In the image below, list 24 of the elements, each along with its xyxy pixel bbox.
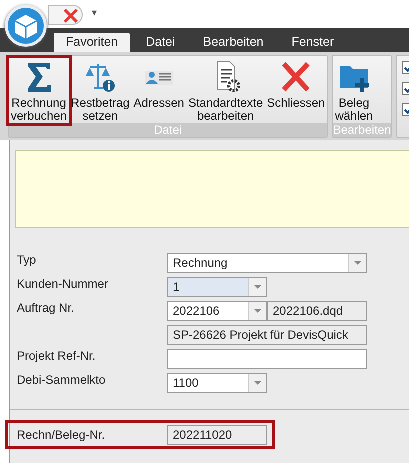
ribbon-button[interactable]: Schliessen <box>265 58 328 123</box>
ribbon-tab[interactable]: Datei <box>134 32 188 52</box>
dropdown-field[interactable]: 2022106 <box>167 301 267 321</box>
ribbon-button[interactable]: Standardtexte bearbeiten <box>186 58 266 123</box>
field-label: Auftrag Nr. <box>17 301 76 315</box>
dropdown-field[interactable]: 1100 <box>167 373 267 393</box>
ribbon-tab[interactable]: Fenster <box>280 32 346 52</box>
readonly-field: SP-26626 Projekt für DevisQuick <box>167 325 367 345</box>
readonly-field: 2022106.dqd <box>267 301 367 321</box>
ribbon-button[interactable]: Adressen <box>132 58 186 123</box>
ribbon-button[interactable]: Restbetrag setzen <box>69 58 132 123</box>
dropdown-field[interactable]: Rechnung <box>167 253 367 273</box>
customize-dropdown[interactable]: ▾ <box>92 6 97 21</box>
ribbon-tab[interactable]: Bearbeiten <box>191 32 276 52</box>
dropdown-field[interactable]: 1 <box>167 277 267 297</box>
field-label: Rechn/Beleg-Nr. <box>17 428 106 442</box>
field-label: Projekt Ref-Nr. <box>17 349 97 363</box>
ribbon-button[interactable]: Rechnung verbuchen <box>9 58 70 123</box>
ribbon-button[interactable]: Beleg wählen <box>333 58 376 123</box>
field-label: Kunden-Nummer <box>17 277 110 291</box>
field-label: Debi-Sammelkto <box>17 373 107 387</box>
readonly-field: 202211020 <box>167 424 267 444</box>
ribbon-tab[interactable]: Favoriten <box>54 32 130 52</box>
field-label: Typ <box>17 253 38 267</box>
